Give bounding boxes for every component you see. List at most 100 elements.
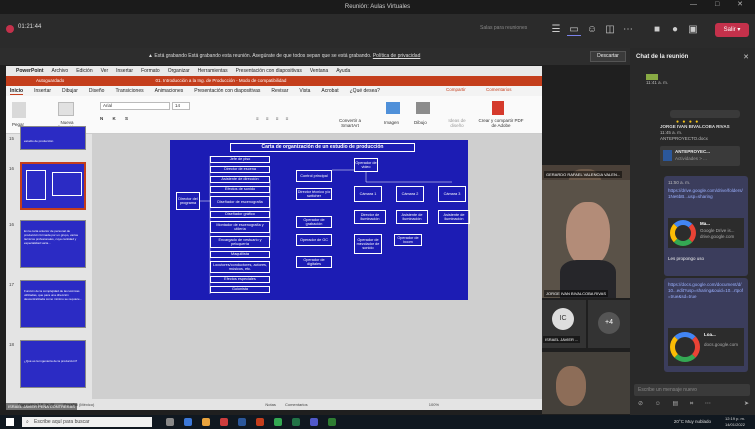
taskbar-app-icon[interactable] <box>184 418 192 426</box>
thumb-number: 17 <box>9 282 15 287</box>
rooms-icon[interactable]: ◫ <box>603 24 617 36</box>
taskbar-app-icon[interactable] <box>256 418 264 426</box>
image-icon[interactable] <box>386 102 400 114</box>
link-preview-card[interactable]: Loa... docs.google.com <box>668 328 744 366</box>
menu-item[interactable]: Formato <box>141 68 160 74</box>
mic-icon[interactable]: ● <box>668 24 682 36</box>
slide-thumbnail[interactable]: En la carta anterior de personal de prod… <box>20 220 86 268</box>
taskbar-app-icon[interactable] <box>166 418 174 426</box>
link-preview-card[interactable]: Ma... Google Drive is... drive.google.co… <box>668 218 744 248</box>
chat-icon[interactable]: ▭ <box>567 24 581 36</box>
send-icon[interactable]: ➤ <box>744 400 749 407</box>
org-box: Encargado de vestuario y peluquería <box>210 236 270 248</box>
ribbon-tab[interactable]: Revisar <box>271 88 288 94</box>
ribbon-tab[interactable]: Transiciones <box>115 88 143 94</box>
org-box: Diseñador gráfico <box>210 211 270 218</box>
link-2[interactable]: https://docs.google.com/document/d/10...… <box>668 282 744 300</box>
taskbar-app-icon[interactable] <box>220 418 228 426</box>
current-slide[interactable]: Carta de organización de un estudio de p… <box>170 140 470 300</box>
menu-item[interactable]: Presentación con diapositivas <box>236 68 302 74</box>
reaction-bar[interactable]: ● ● ● ● <box>670 110 740 125</box>
draw-button[interactable]: Dibujo <box>414 120 427 125</box>
discard-button[interactable]: Descartar <box>590 51 626 62</box>
menu-item[interactable]: Organizar <box>168 68 190 74</box>
design-ideas-button[interactable]: Ideas de diseño <box>446 118 468 128</box>
image-button[interactable]: Imagen <box>384 120 399 125</box>
chat-input[interactable]: Escribe un mensaje nuevo <box>634 384 750 396</box>
reactions-icon[interactable]: ☺ <box>585 24 599 36</box>
comments-status-button[interactable]: Comentarios <box>285 402 308 407</box>
video-tile-3[interactable] <box>542 352 630 414</box>
new-slide-icon[interactable] <box>58 102 74 116</box>
slide-thumbnail[interactable]: Función de la complejidad de las técnica… <box>20 280 86 328</box>
video-tile-2[interactable]: JORGE IVAN BIVALCOBA RIVAS <box>542 180 630 298</box>
message-bubble: 11:50 a. m. https://drive.google.com/dri… <box>664 176 748 276</box>
bold-italic-underline[interactable]: N K S <box>100 116 132 121</box>
ribbon-tab[interactable]: Presentación con diapositivas <box>194 88 260 94</box>
paste-icon[interactable] <box>12 102 26 118</box>
file-card[interactable]: ANTEPROYEC... Actividades > ... <box>660 146 740 166</box>
participants-icon[interactable]: ☰ <box>549 24 563 36</box>
weather[interactable]: 20°C Muy nublado <box>674 419 711 424</box>
slide-thumbnail[interactable]: ¿Qué es la ingeniería de la producción? <box>20 340 86 388</box>
menu-item[interactable]: Ver <box>101 68 109 74</box>
privacy-link[interactable]: Política de privacidad <box>373 53 421 59</box>
camera-icon[interactable]: ■ <box>650 24 664 36</box>
link-1[interactable]: https://drive.google.com/drive/folders/1… <box>668 188 744 200</box>
taskbar-search[interactable]: Escribe aquí para buscar <box>22 417 152 427</box>
close-icon[interactable]: ✕ <box>743 53 749 61</box>
menu-item[interactable]: PowerPoint <box>16 68 44 74</box>
autosave-label[interactable]: Autoguardado <box>36 78 64 83</box>
font-select[interactable]: Arial <box>100 102 170 110</box>
org-box: Director de escena <box>210 166 270 173</box>
more-participants-tile[interactable]: +4 <box>588 300 630 348</box>
menu-item[interactable]: Edición <box>76 68 92 74</box>
ribbon-tab[interactable]: Inicio <box>10 88 24 95</box>
create-pdf-button[interactable]: Crear y compartir PDF de Adobe <box>476 118 526 128</box>
clock[interactable]: 12:19 p. m. 14/01/2022 <box>725 416 745 428</box>
menu-item[interactable]: Archivo <box>52 68 69 74</box>
menu-item[interactable]: Herramientas <box>198 68 228 74</box>
taskbar-app-icon[interactable] <box>238 418 246 426</box>
taskbar-app-icon[interactable] <box>274 418 282 426</box>
comments-button[interactable]: Comentarios <box>486 87 512 92</box>
windows-start-icon[interactable] <box>6 418 14 426</box>
taskbar-app-icon[interactable] <box>292 418 300 426</box>
font-size-select[interactable]: 14 <box>172 102 190 110</box>
slide-thumbnail-selected[interactable] <box>20 162 86 210</box>
ribbon-tab[interactable]: Acrobat <box>321 88 338 94</box>
org-box: Control principal <box>296 170 332 182</box>
taskbar-app-icon[interactable] <box>202 418 210 426</box>
draw-icon[interactable] <box>416 102 430 114</box>
slide-thumbnail[interactable]: estudio de producción <box>20 126 86 150</box>
thumb-number: 15 <box>9 136 15 141</box>
menu-item[interactable]: Ayuda <box>336 68 350 74</box>
ribbon-tab[interactable]: ¿Qué desea? <box>350 88 380 94</box>
org-box: Efectos de sonido <box>210 186 270 193</box>
ribbon-tab[interactable]: Animaciones <box>155 88 184 94</box>
share-icon[interactable]: ▣ <box>686 24 700 36</box>
align-buttons[interactable]: ≡ ≡ ≡ ≡ <box>256 116 291 121</box>
ribbon-tab[interactable]: Diseño <box>89 88 105 94</box>
menu-item[interactable]: Ventana <box>310 68 328 74</box>
taskbar-app-icon[interactable] <box>328 418 336 426</box>
avatar-tile[interactable]: IC ISRAEL JAVIER ... <box>542 300 586 348</box>
window-controls[interactable]: — □ ✕ <box>690 0 751 8</box>
more-icon[interactable]: ⋯ <box>621 24 635 36</box>
breakout-rooms-label[interactable]: Salas para reuniones <box>480 25 527 31</box>
leave-button[interactable]: Salir ▾ <box>715 23 749 37</box>
meeting-timer: 01:21:44 <box>18 24 42 30</box>
notes-button[interactable]: Notas <box>265 402 275 407</box>
menu-item[interactable]: Insertar <box>116 68 133 74</box>
chat-panel: Chat de la reunión ✕ 11:41 a. m. ● ● ● ●… <box>630 48 755 415</box>
ribbon-tab[interactable]: Vista <box>299 88 310 94</box>
zoom-level[interactable]: 100% <box>429 402 439 407</box>
ribbon-tab[interactable]: Insertar <box>34 88 51 94</box>
google-logo-icon <box>670 332 700 362</box>
convert-smartart-button[interactable]: Convertir a SmartArt <box>336 118 364 128</box>
adobe-pdf-icon[interactable] <box>492 101 504 115</box>
share-button[interactable]: Compartir <box>446 87 466 92</box>
taskbar-app-icon[interactable] <box>310 418 318 426</box>
chat-format-icons[interactable]: ⊘ ☺ ▤ ⌗ ⋯ <box>638 400 716 408</box>
ribbon-tab[interactable]: Dibujar <box>62 88 78 94</box>
